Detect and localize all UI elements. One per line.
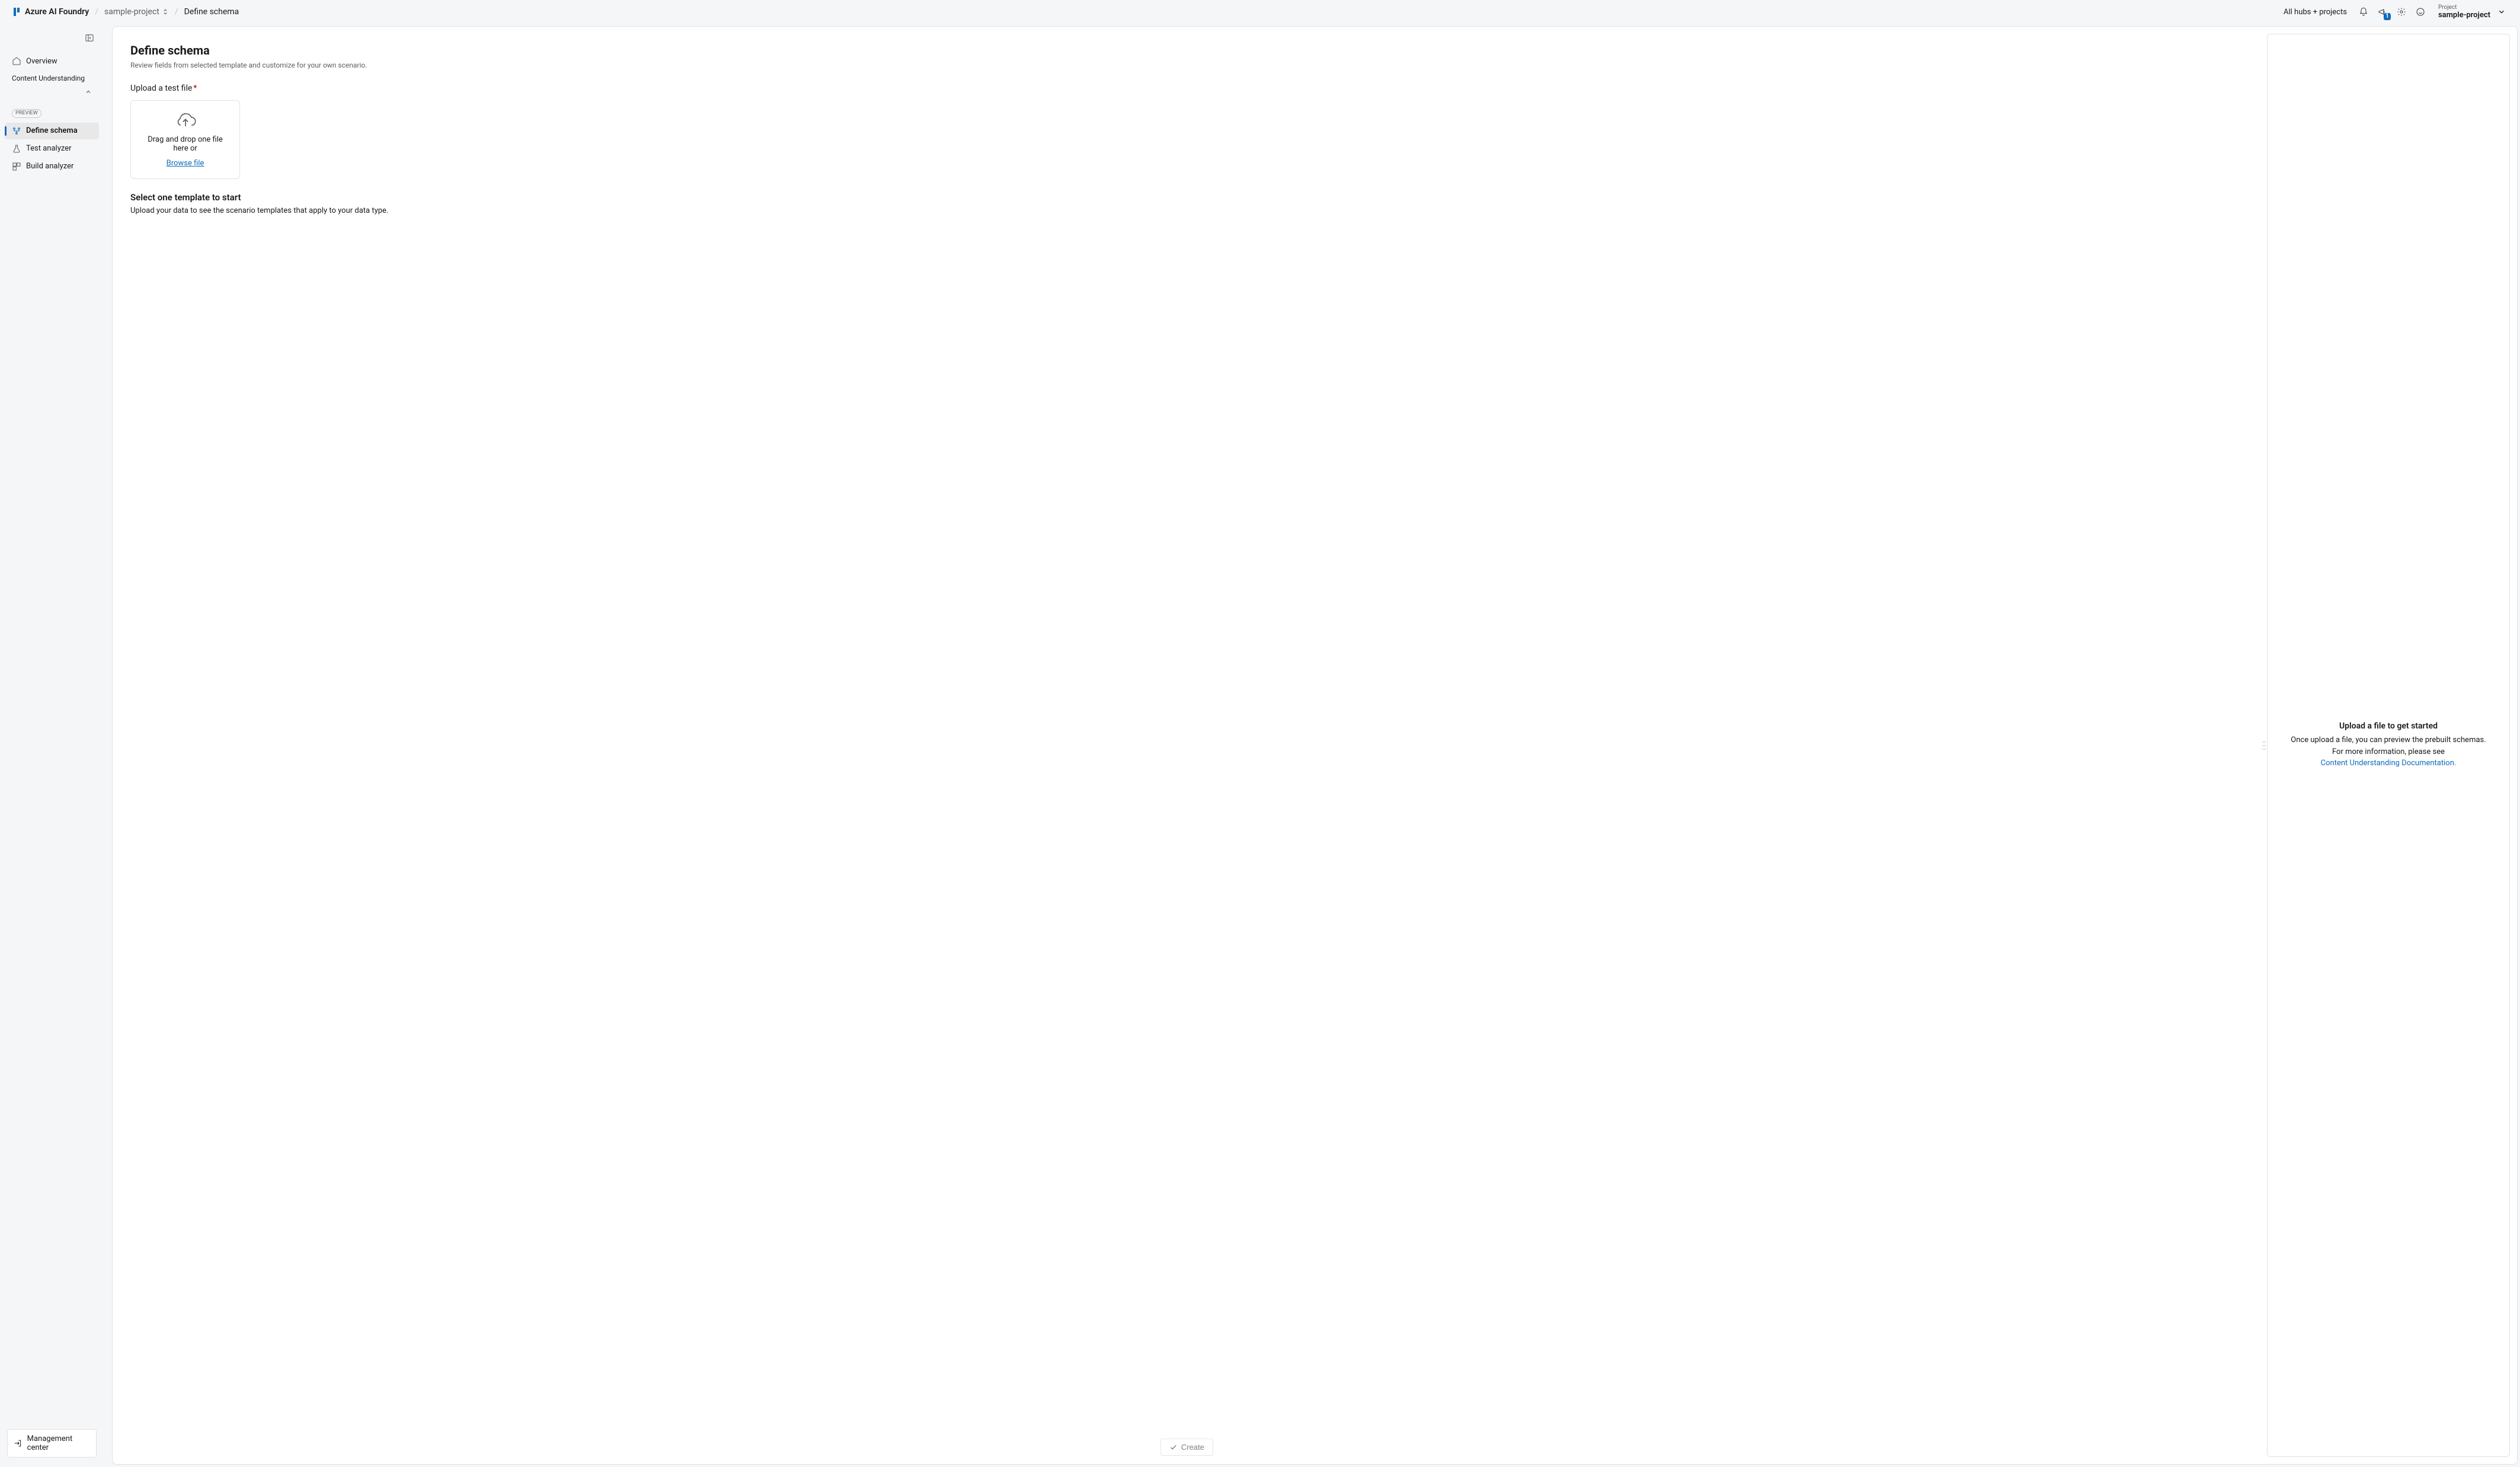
- help-button[interactable]: [2411, 2, 2430, 21]
- sidebar-item-label: Define schema: [26, 126, 78, 135]
- hubs-projects-link[interactable]: All hubs + projects: [2276, 8, 2354, 17]
- collapse-sidebar-button[interactable]: [82, 31, 97, 45]
- breadcrumb-separator: /: [89, 7, 104, 17]
- smiley-icon: [2416, 7, 2425, 17]
- file-dropzone[interactable]: Drag and drop one file here or Browse fi…: [130, 100, 240, 179]
- cloud-upload-icon: [174, 111, 197, 129]
- schema-icon: [12, 126, 21, 136]
- browse-file-link[interactable]: Browse file: [167, 159, 204, 168]
- bell-icon: [2359, 7, 2368, 17]
- updown-chevron-icon: [162, 8, 169, 15]
- sidebar: Overview Content Understanding PREVIEW D…: [0, 24, 104, 1467]
- settings-button[interactable]: [2392, 2, 2411, 21]
- flask-icon: [12, 144, 21, 154]
- grip-icon: [2262, 740, 2266, 752]
- project-switcher-value: sample-project: [2438, 11, 2490, 20]
- preview-panel: Upload a file to get started Once upload…: [2267, 34, 2510, 1457]
- exit-icon: [14, 1439, 23, 1448]
- build-icon: [12, 162, 21, 171]
- top-bar: Azure AI Foundry / sample-project / Defi…: [0, 0, 2520, 24]
- chevron-down-icon: [2497, 8, 2506, 16]
- create-button-label: Create: [1181, 1443, 1204, 1452]
- chevron-up-icon: [85, 88, 92, 98]
- sidebar-item-label: Overview: [26, 57, 57, 66]
- check-icon: [1169, 1443, 1178, 1452]
- sidebar-item-overview[interactable]: Overview: [5, 53, 99, 69]
- sidebar-item-label: Build analyzer: [26, 162, 73, 171]
- panel-splitter[interactable]: [2261, 27, 2267, 1464]
- preview-body: Once upload a file, you can preview the …: [2291, 734, 2486, 769]
- create-button[interactable]: Create: [1160, 1439, 1213, 1456]
- gear-icon: [2397, 7, 2406, 17]
- preview-badge: PREVIEW: [12, 109, 41, 118]
- page-subtitle: Review fields from selected template and…: [130, 61, 2243, 69]
- sidebar-section-title: Content Understanding: [12, 74, 85, 84]
- panel-collapse-icon: [85, 33, 94, 43]
- brand-text: Azure AI Foundry: [25, 7, 89, 17]
- template-section-heading: Select one template to start: [130, 192, 2243, 203]
- sidebar-item-define-schema[interactable]: Define schema: [5, 123, 99, 139]
- upload-label: Upload a test file*: [130, 84, 2243, 93]
- management-center-label: Management center: [27, 1434, 90, 1452]
- home-icon: [12, 56, 21, 66]
- notification-badge: 1: [2384, 13, 2391, 20]
- preview-heading: Upload a file to get started: [2339, 721, 2438, 731]
- breadcrumb-project[interactable]: sample-project: [104, 7, 169, 17]
- sidebar-item-test-analyzer[interactable]: Test analyzer: [5, 140, 99, 157]
- sidebar-item-label: Test analyzer: [26, 144, 72, 153]
- foundry-logo-icon: [12, 7, 21, 17]
- template-section-subtitle: Upload your data to see the scenario tem…: [130, 206, 2243, 215]
- sidebar-item-build-analyzer[interactable]: Build analyzer: [5, 158, 99, 175]
- project-switcher-label: Project: [2438, 4, 2490, 11]
- content-area: Define schema Review fields from selecte…: [113, 27, 2261, 1464]
- app-body: Overview Content Understanding PREVIEW D…: [0, 24, 2520, 1467]
- documentation-link[interactable]: Content Understanding Documentation.: [2321, 759, 2457, 768]
- main-panel: Define schema Review fields from selecte…: [112, 26, 2518, 1465]
- breadcrumb-separator: /: [169, 7, 184, 17]
- breadcrumb-current: Define schema: [184, 7, 239, 17]
- project-switcher[interactable]: Project sample-project: [2430, 4, 2515, 20]
- page-title: Define schema: [130, 43, 2243, 57]
- sidebar-section-content-understanding[interactable]: Content Understanding PREVIEW: [5, 71, 99, 122]
- management-center-button[interactable]: Management center: [7, 1429, 97, 1458]
- announcements-button[interactable]: 1: [2373, 2, 2392, 21]
- brand[interactable]: Azure AI Foundry: [12, 7, 89, 17]
- dropzone-text: Drag and drop one file here or: [139, 135, 231, 153]
- notifications-button[interactable]: [2354, 2, 2373, 21]
- required-asterisk: *: [192, 84, 197, 93]
